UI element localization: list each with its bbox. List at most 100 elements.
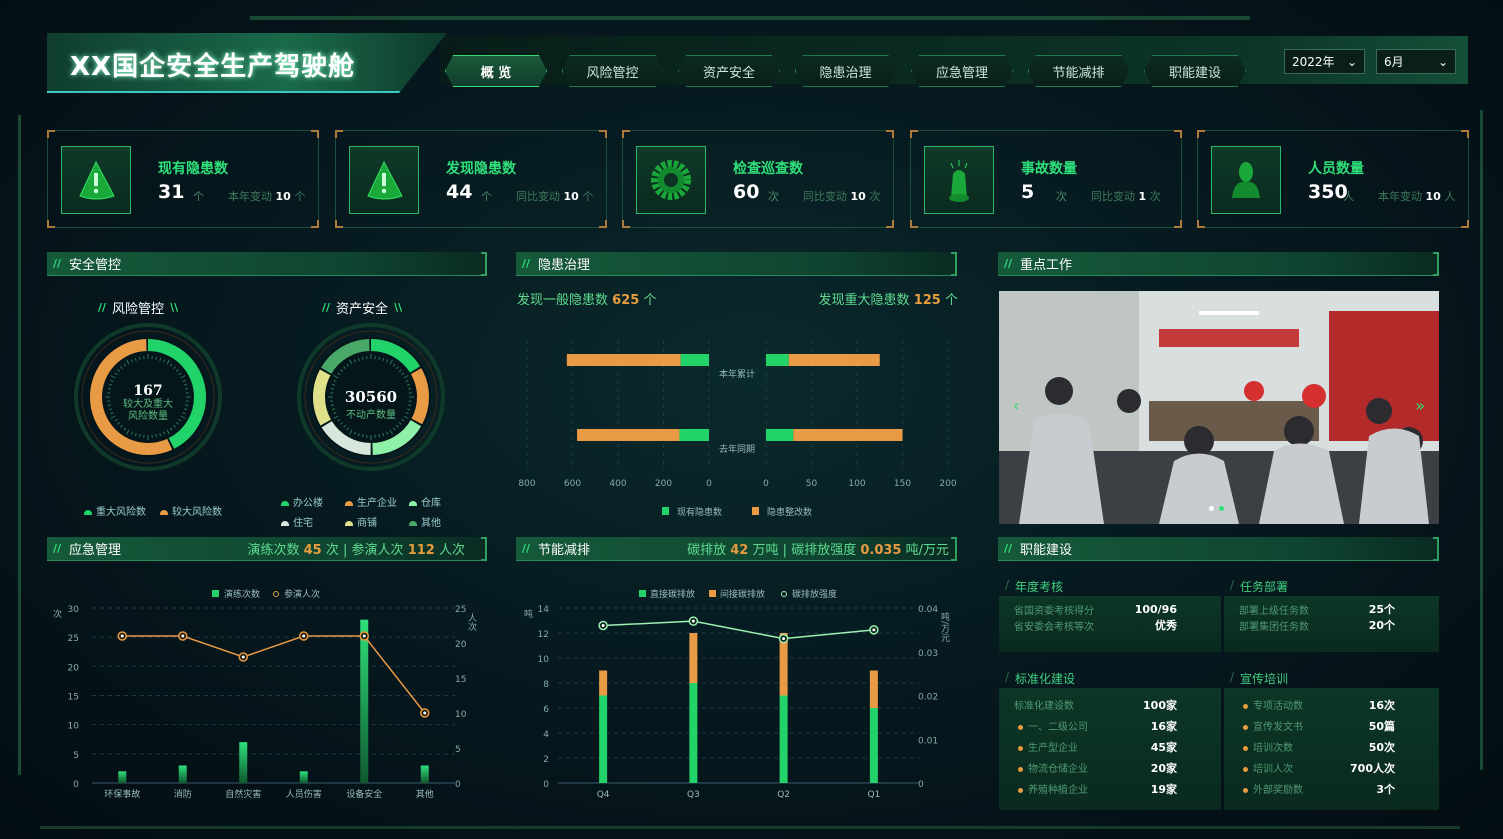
corner-decoration [910,130,918,138]
outer-frame-left [18,115,21,775]
panel-header-safety: // 安全管控 [47,252,487,276]
bracket-decoration [1433,537,1439,561]
tab-3[interactable]: 隐患治理 [794,55,897,87]
x-tick-label: 600 [564,479,581,489]
month-value: 6月 [1384,55,1404,69]
y-tick-label: 20 [68,663,80,673]
outer-frame-right [1480,110,1483,770]
carousel-dot[interactable] [1209,506,1214,511]
warning-icon [349,146,419,214]
separator: | [343,543,348,558]
stat-label: 一、二级公司 [1028,722,1088,733]
y2-tick-label: 10 [455,710,467,720]
hazard-chart: 800 600 400 200 0 0 50 100 150 200 本年累计去年同期现有隐患数 隐患… [518,340,957,518]
bar-drills [178,765,187,783]
change-unit: 个 [294,190,306,203]
bracket-decoration [951,252,957,276]
carousel-prev-icon[interactable]: ‹ [1013,396,1019,415]
block-tasks: 部署上级任务数 25个 部署集团任务数 20个 [1224,596,1439,652]
people-label: 参演人次 [351,543,404,558]
kpi-card[interactable]: 现有隐患数 31 个本年变动 10 个 [47,130,319,228]
tab-6[interactable]: 职能建设 [1144,55,1246,87]
kpi-card[interactable]: 事故数量 5 次同比变动 1 次 [910,130,1182,228]
x-tick-label: 400 [609,479,626,489]
y-tick-label: 10 [68,722,80,732]
legend-label: 其他 [421,518,441,529]
energy-chart: 0 2 4 6 8 10 12 14 0 0.01 0.02 0.03 0.04 吨 吨/万元 Q4 Q3 Q2 Q… [524,588,950,800]
block-standard: 标准化建设数 100家 一、二级公司 16家 生产型企业 45家 物流仓储企业 20家 养殖种植… [999,688,1221,810]
legend-label: 间接碳排放 [720,588,765,600]
line-point-center [691,619,695,623]
bar-rectified-left [577,429,680,441]
stat-label-wrap: 标准化建设数 [1014,697,1074,712]
line-intensity [603,620,874,640]
legend-item[interactable]: 较大风险数 [160,503,222,518]
y-tick-label: 10 [538,655,550,665]
legend-item[interactable]: 商铺 [345,514,409,529]
slash-icon: // [522,257,531,270]
kpi-change: 同比变动 10 次 [803,188,880,204]
panel-header-key-work: // 重点工作 [998,252,1439,276]
tick-mark [138,434,141,438]
tab-5[interactable]: 节能减排 [1027,55,1130,87]
stat-label: 宣传发文书 [1253,722,1303,733]
kpi-unit: 次 [1056,190,1067,203]
kpi-card[interactable]: 人员数量 350 人本年变动 10 人 [1197,130,1469,228]
y2-tick-label: 0 [455,780,461,790]
y-tick-label: 14 [538,605,550,615]
corner-decoration [311,130,319,138]
y-axis-label: 吨 [524,608,533,620]
tab-4[interactable]: 应急管理 [911,55,1013,87]
stat-row: 培训次数 50次 [1239,736,1425,757]
asset-legend: 办公楼 生产企业 仓库住宅 商铺 其他 [281,494,461,529]
stat-label: 培训人次 [1253,764,1293,775]
kpi-card[interactable]: 检查巡查数 60 次同比变动 10 次 [622,130,894,228]
x-tick-label: 200 [655,479,672,489]
year-select[interactable]: 2022年 ⌄ [1284,49,1365,74]
legend-item[interactable]: 其他 [409,514,459,529]
month-select[interactable]: 6月 ⌄ [1376,49,1456,74]
stat-label: 标准化建设数 [1014,701,1074,712]
legend-item[interactable]: 生产企业 [345,494,409,509]
legend-item[interactable]: 住宅 [281,514,345,529]
change-label: 本年变动 [228,190,272,203]
panel-header-emergency: // 应急管理 演练次数 45 次 | 参演人次 112 人次 [47,537,487,561]
carousel-next-icon[interactable]: » [1415,396,1425,415]
tab-2[interactable]: 资产安全 [678,55,780,87]
tick-mark [378,434,381,438]
tab-0[interactable]: 概 览 [445,55,547,87]
tab-1[interactable]: 风险管控 [561,55,664,87]
y-tick-label: 30 [68,605,80,615]
bar-drills [299,771,308,783]
y-tick-label: 4 [543,730,549,740]
legend-swatch [781,591,787,597]
tab-label: 节能减排 [1052,65,1105,81]
stat-label-wrap: 专项活动数 [1239,697,1303,712]
kpi-change: 本年变动 10 人 [1378,188,1455,204]
stat-label-wrap: 部署集团任务数 [1239,618,1309,633]
legend-item[interactable]: 办公楼 [281,494,345,509]
carousel-dot-active[interactable] [1219,506,1224,511]
corner-decoration [1197,130,1205,138]
kpi-card[interactable]: 发现隐患数 44 个同比变动 10 个 [335,130,607,228]
kpi-unit: 人 [1343,190,1354,203]
key-work-carousel[interactable]: ‹ » [999,291,1439,524]
tick-mark [155,356,158,360]
legend-item[interactable]: 重大风险数 [84,503,146,518]
drills-value: 45 [303,543,322,558]
line-point-center [181,634,185,638]
kpi-title: 现有隐患数 [158,161,228,177]
general-hazard-summary: 发现一般隐患数 625 个 [517,289,656,308]
risk-center: 167 较大及重大 风险数量 [98,383,198,423]
block-title: 任务部署 [1240,580,1289,594]
stat-row: 部署上级任务数 25个 [1239,601,1425,617]
category-label: 去年同期 [719,443,755,455]
line-point-center [782,637,786,641]
kpi-change: 本年变动 10 个 [228,188,305,204]
change-unit: 次 [869,190,881,203]
legend-item[interactable]: 仓库 [409,494,459,509]
kpi-unit: 个 [481,190,492,203]
change-value: 10 [563,190,579,203]
block-annual: 省国资委考核得分 100/96 省安委会考核等次 优秀 [999,596,1221,652]
panel-title: 安全管控 [69,258,122,273]
